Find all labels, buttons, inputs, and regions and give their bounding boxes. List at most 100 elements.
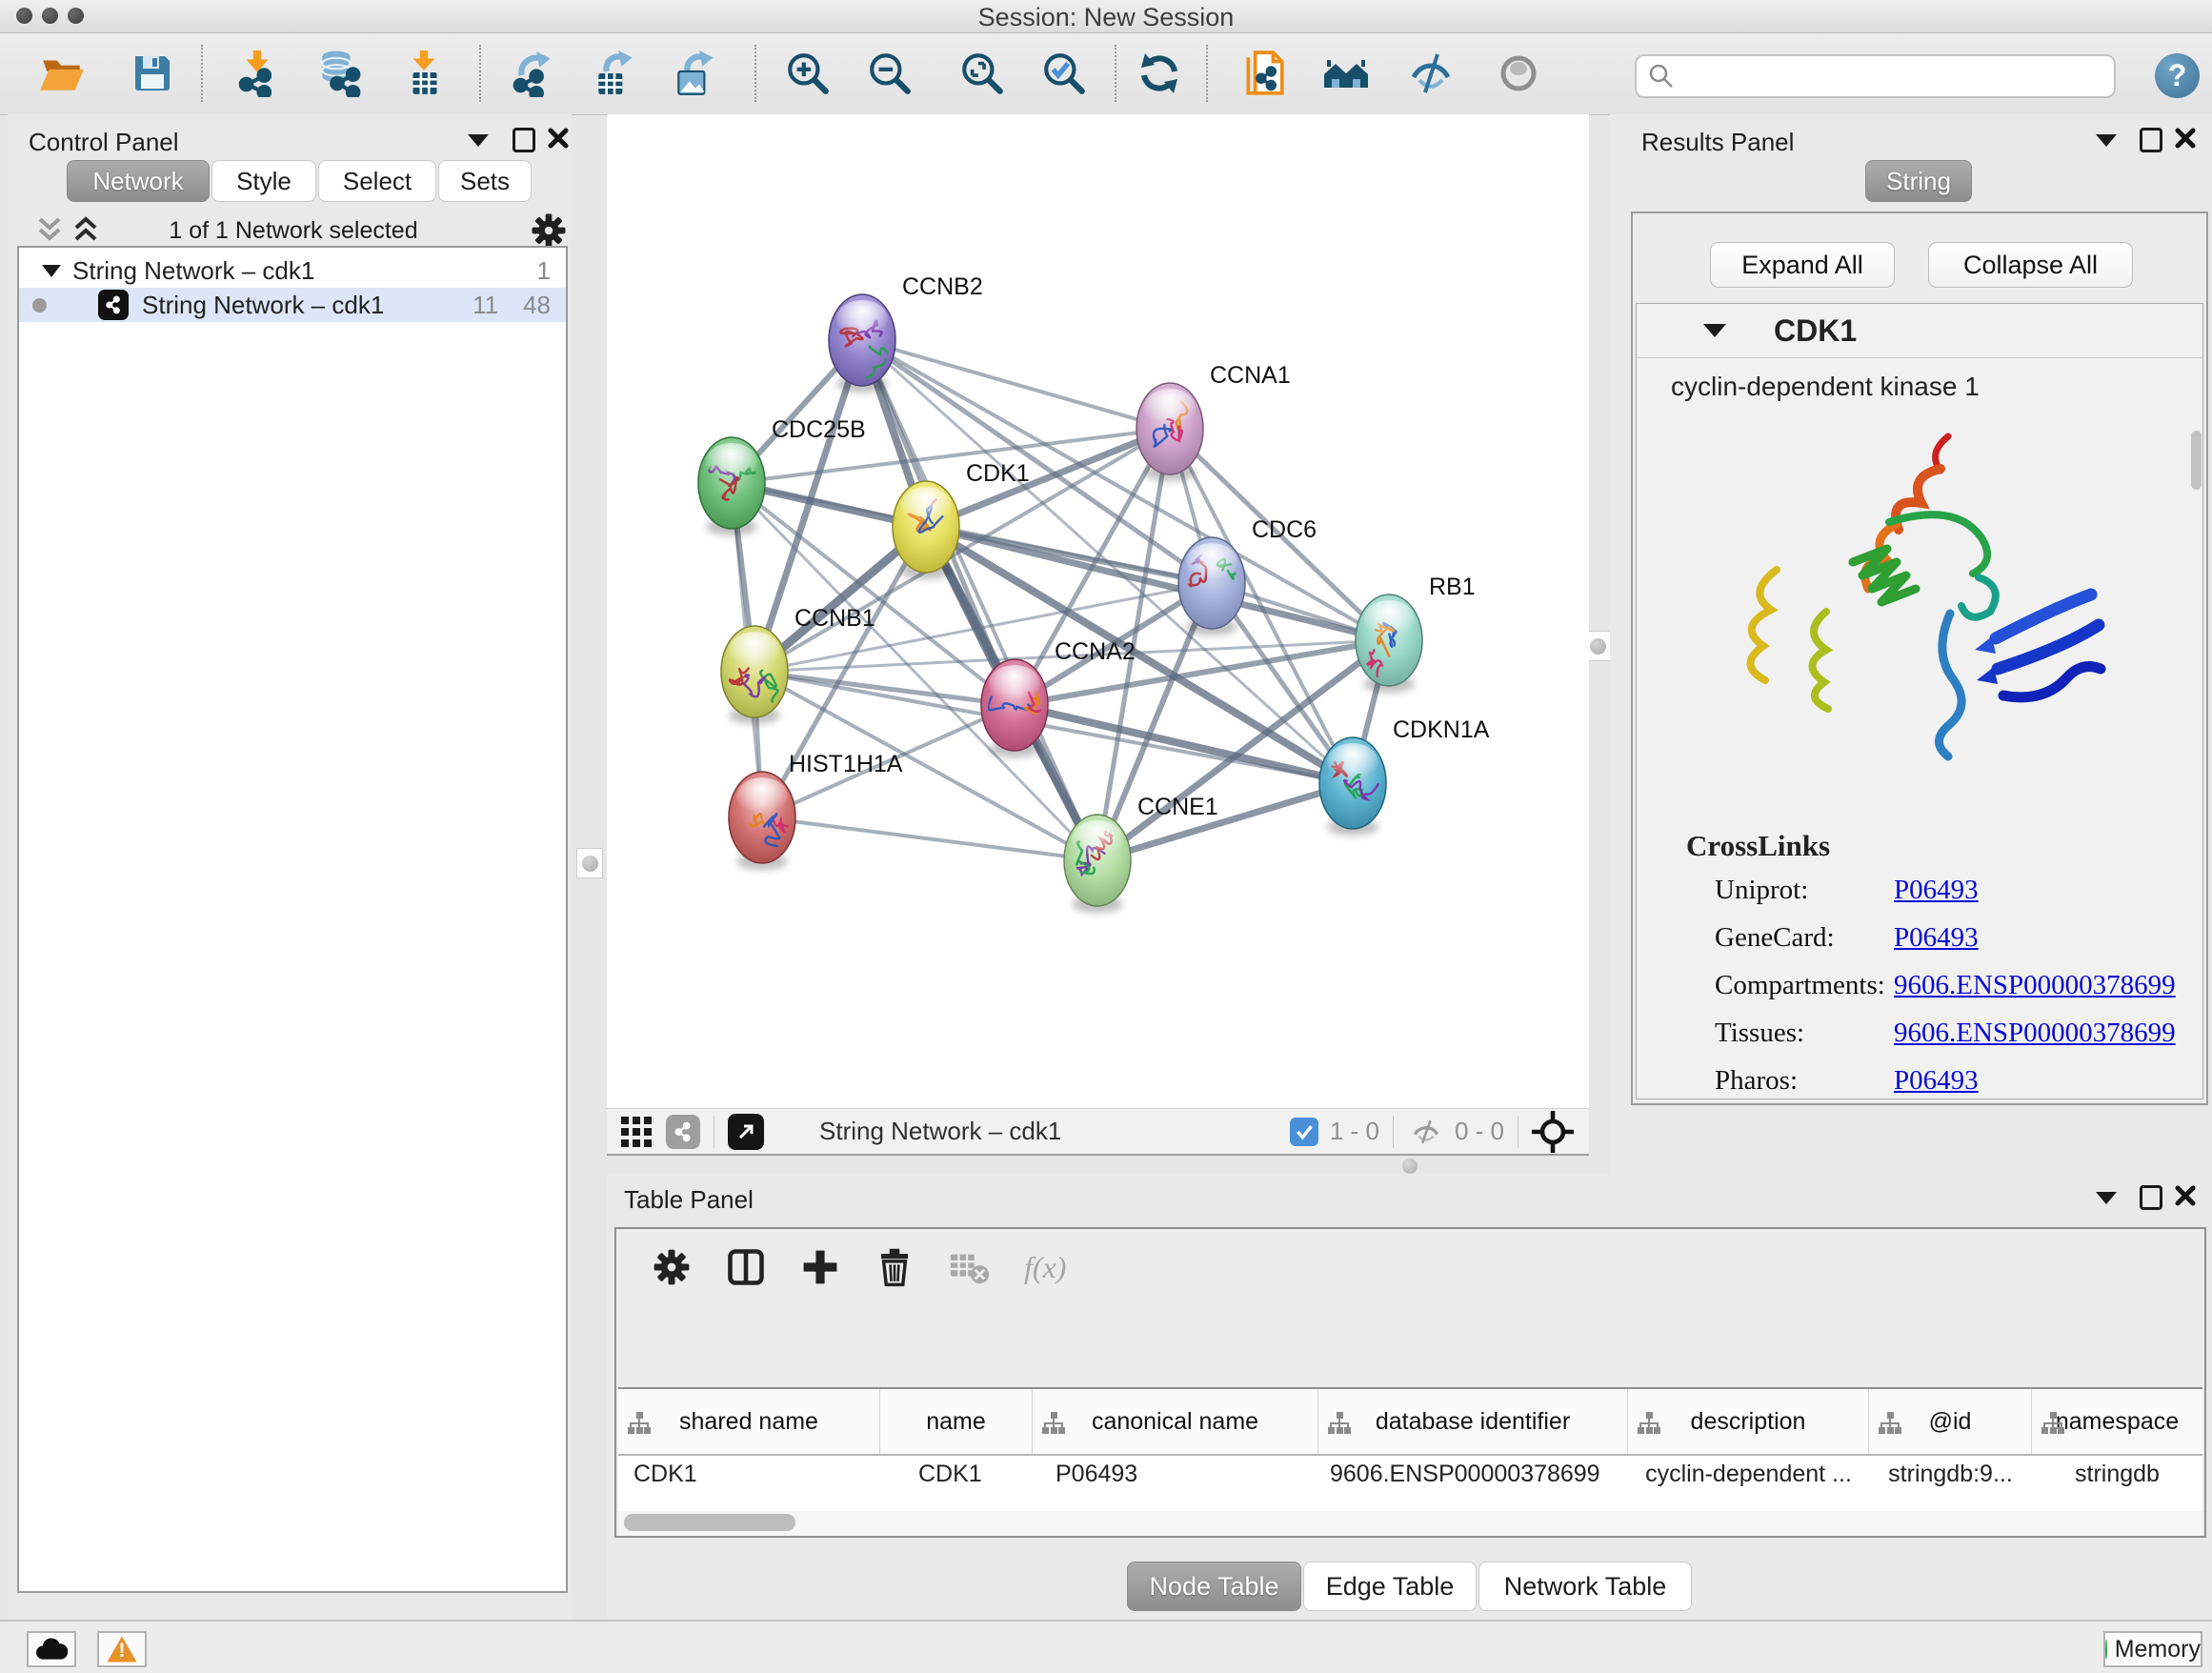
table-row[interactable]: CDK1 CDK1 P06493 9606.ENSP00000378699 cy… <box>618 1456 2202 1492</box>
tab-node-table[interactable]: Node Table <box>1127 1562 1301 1611</box>
selected-checkbox-icon[interactable] <box>1290 1118 1318 1146</box>
panel-menu-icon[interactable] <box>468 134 489 147</box>
visibility-button[interactable] <box>1485 40 1552 107</box>
warning-glyph: ! <box>119 1640 126 1663</box>
panel-float-icon[interactable] <box>513 128 535 152</box>
table-gear-button[interactable] <box>643 1239 700 1296</box>
crosslink-value[interactable]: 9606.ENSP00000378699 <box>1894 970 2202 1001</box>
refresh-icon <box>1136 50 1182 96</box>
network-edge[interactable] <box>1015 705 1353 783</box>
network-row-selected[interactable]: String Network – cdk1 11 48 <box>19 288 566 322</box>
open-session-button[interactable] <box>29 40 95 107</box>
network-edge[interactable] <box>862 340 1097 860</box>
network-node-CCNB2[interactable]: CCNB2 <box>829 273 983 393</box>
tab-string-results[interactable]: String <box>1865 160 1972 202</box>
hide-unhide-button[interactable] <box>1398 40 1464 107</box>
tree-expander-icon[interactable] <box>42 265 61 277</box>
crosslink-value[interactable]: P06493 <box>1894 922 2202 954</box>
column-header-namespace[interactable]: namespace <box>2032 1389 2202 1454</box>
panel-menu-icon[interactable] <box>2096 1192 2117 1204</box>
bottom-splitter-handle[interactable] <box>1402 1159 1418 1174</box>
hidden-eye-slash-icon[interactable] <box>1407 1116 1445 1148</box>
column-header-database-identifier[interactable]: database identifier <box>1318 1389 1628 1454</box>
zoom-selected-button[interactable] <box>1031 40 1097 107</box>
cloud-status-button[interactable] <box>27 1631 76 1667</box>
crosslink-label: GeneCard: <box>1715 922 1894 954</box>
memory-button[interactable]: Memory <box>2103 1631 2202 1667</box>
table-panel-title: Table Panel <box>624 1185 754 1215</box>
section-collapse-icon[interactable] <box>1703 324 1726 337</box>
crosslink-value[interactable]: P06493 <box>1894 1065 2202 1097</box>
network-edge[interactable] <box>862 340 1170 429</box>
show-columns-button[interactable] <box>717 1239 774 1296</box>
network-edge[interactable] <box>762 817 1097 860</box>
toolbar-separator <box>479 45 481 102</box>
table-horizontal-scrollbar[interactable] <box>618 1511 2202 1536</box>
column-header-id[interactable]: @id <box>1869 1389 2032 1454</box>
column-header-description[interactable]: description <box>1628 1389 1869 1454</box>
column-header-shared-name[interactable]: shared name <box>618 1389 880 1454</box>
home-networks-button[interactable] <box>1313 40 1379 107</box>
import-network-button[interactable] <box>224 40 291 107</box>
panel-float-icon[interactable] <box>2140 128 2162 152</box>
network-node-RB1[interactable]: RB1 <box>1356 574 1476 693</box>
share-network-file-button[interactable] <box>1231 40 1297 107</box>
zoom-fit-button[interactable] <box>949 40 1016 107</box>
network-edge[interactable] <box>1097 783 1353 860</box>
expand-all-button[interactable]: Expand All <box>1710 242 1895 288</box>
eye-icon <box>1496 50 1541 96</box>
panel-float-icon[interactable] <box>2140 1185 2162 1210</box>
network-canvas[interactable]: CCNB2CCNA1CDC25BCDK1CDC6RB1CCNB1CCNA2CDK… <box>607 114 1589 1108</box>
title-bar: Session: New Session <box>0 0 2212 33</box>
help-glyph: ? <box>2168 58 2187 93</box>
network-node-CDKN1A[interactable]: CDKN1A <box>1319 716 1490 836</box>
results-scrollbar-thumb[interactable] <box>2191 431 2202 490</box>
column-header-canonical-name[interactable]: canonical name <box>1033 1389 1318 1454</box>
export-network-button[interactable] <box>500 40 567 107</box>
panel-close-icon[interactable] <box>2174 1184 2197 1207</box>
network-graph: CCNB2CCNA1CDC25BCDK1CDC6RB1CCNB1CCNA2CDK… <box>607 114 1589 1108</box>
node-count: 11 <box>473 291 498 320</box>
search-input[interactable] <box>1682 62 2114 91</box>
zoom-out-button[interactable] <box>856 40 923 107</box>
string-network-badge[interactable] <box>666 1115 700 1149</box>
left-splitter-handle[interactable] <box>576 848 603 878</box>
share-file-icon <box>1240 50 1288 97</box>
panel-close-icon[interactable] <box>547 127 570 150</box>
crosshair-icon[interactable] <box>1532 1111 1574 1153</box>
add-column-button[interactable] <box>792 1239 849 1296</box>
crosslink-value[interactable]: P06493 <box>1894 875 2202 906</box>
network-node-CCNA1[interactable]: CCNA1 <box>1136 362 1291 481</box>
refresh-view-button[interactable] <box>1126 40 1193 107</box>
collapse-all-button[interactable]: Collapse All <box>1928 242 2133 288</box>
network-collection-row[interactable]: String Network – cdk1 1 <box>19 253 566 288</box>
column-header-name[interactable]: name <box>880 1389 1033 1454</box>
gear-icon[interactable] <box>530 212 568 250</box>
selected-count: 1 - 0 <box>1330 1117 1379 1146</box>
network-node-CCNE1[interactable]: CCNE1 <box>1064 794 1218 913</box>
warning-status-button[interactable]: ! <box>97 1631 147 1667</box>
save-session-button[interactable] <box>119 40 186 107</box>
tab-edge-table[interactable]: Edge Table <box>1303 1562 1477 1611</box>
network-node-HIST1H1A[interactable]: HIST1H1A <box>729 751 903 870</box>
tab-sets[interactable]: Sets <box>438 160 532 202</box>
collection-count: 1 <box>537 256 551 286</box>
export-image-button[interactable] <box>662 40 729 107</box>
tab-select[interactable]: Select <box>318 160 436 202</box>
export-table-button[interactable] <box>581 40 648 107</box>
panel-menu-icon[interactable] <box>2096 134 2117 147</box>
delete-column-button[interactable] <box>866 1239 923 1296</box>
crosslink-value[interactable]: 9606.ENSP00000378699 <box>1894 1018 2202 1049</box>
grid-view-icon[interactable] <box>620 1116 653 1148</box>
import-table-button[interactable] <box>391 40 457 107</box>
zoom-in-button[interactable] <box>774 40 841 107</box>
tab-style[interactable]: Style <box>211 160 316 202</box>
protein-section-header[interactable]: CDK1 <box>1637 304 2202 358</box>
tab-network[interactable]: Network <box>67 160 210 202</box>
help-button[interactable]: ? <box>2155 53 2200 98</box>
scrollbar-thumb[interactable] <box>624 1514 795 1531</box>
import-network-from-database-button[interactable] <box>305 40 372 107</box>
panel-close-icon[interactable] <box>2174 127 2197 150</box>
open-in-new-icon[interactable] <box>728 1114 764 1150</box>
tab-network-table[interactable]: Network Table <box>1478 1562 1692 1611</box>
